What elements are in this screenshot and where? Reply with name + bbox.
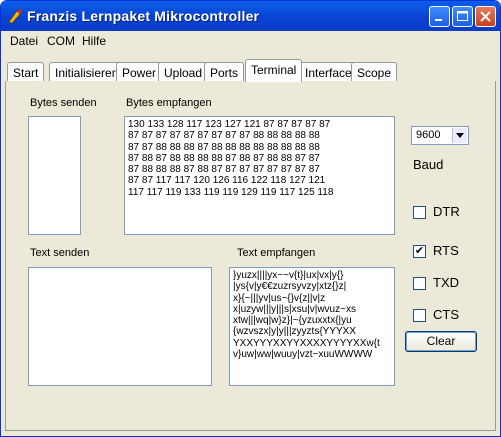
cts-label: CTS [433, 307, 459, 322]
bytes-receive-label: Bytes empfangen [126, 97, 212, 109]
window-title: Franzis Lernpaket Mikrocontroller [27, 8, 260, 24]
tab-initialisieren[interactable]: Initialisieren [49, 62, 125, 81]
menu-bar: Datei COM Hilfe [1, 31, 500, 50]
bytes-send-label: Bytes senden [30, 97, 97, 109]
tab-ports[interactable]: Ports [204, 62, 245, 81]
chevron-down-icon[interactable] [452, 128, 467, 143]
maximize-icon [457, 11, 468, 21]
baud-label: Baud [413, 157, 444, 172]
baud-value: 9600 [416, 129, 441, 141]
tab-interface[interactable]: Interface [299, 62, 358, 81]
text-send-label: Text senden [30, 247, 90, 259]
main-window: Franzis Lernpaket Mikrocontroller Datei … [0, 0, 501, 437]
menu-datei[interactable]: Datei [10, 34, 38, 48]
text-receive-output[interactable]: }yuzx||||yx~~v{t}|ux|vx|y{} |ys{v|y€€zuz… [229, 267, 395, 386]
rts-label: RTS [433, 243, 459, 258]
text-receive-label: Text empfangen [237, 247, 316, 259]
title-bar[interactable]: Franzis Lernpaket Mikrocontroller [1, 1, 500, 31]
dtr-checkbox[interactable] [413, 206, 426, 219]
app-icon [8, 9, 22, 24]
close-button[interactable] [475, 6, 496, 27]
tab-power[interactable]: Power [116, 62, 163, 81]
tab-terminal[interactable]: Terminal [245, 59, 303, 82]
menu-hilfe[interactable]: Hilfe [82, 34, 106, 48]
tab-upload[interactable]: Upload [158, 62, 209, 81]
minimize-icon [435, 19, 442, 21]
minimize-button[interactable] [429, 6, 450, 27]
tab-scope[interactable]: Scope [351, 62, 398, 81]
bytes-send-input[interactable] [28, 116, 81, 235]
clear-button[interactable]: Clear [405, 331, 477, 352]
tab-start[interactable]: Start [7, 62, 45, 81]
close-icon [480, 11, 491, 22]
check-icon: ✔ [414, 245, 425, 257]
cts-checkbox[interactable] [413, 309, 426, 322]
baud-select[interactable]: 9600 [411, 126, 469, 145]
txd-checkbox[interactable] [413, 277, 426, 290]
text-send-input[interactable] [28, 267, 212, 386]
dtr-label: DTR [433, 204, 460, 219]
menu-com[interactable]: COM [47, 34, 75, 48]
rts-checkbox[interactable]: ✔ [413, 245, 426, 258]
txd-label: TXD [433, 275, 459, 290]
maximize-button[interactable] [452, 6, 473, 27]
bytes-receive-output[interactable]: 130 133 128 117 123 127 121 87 87 87 87 … [124, 116, 395, 235]
